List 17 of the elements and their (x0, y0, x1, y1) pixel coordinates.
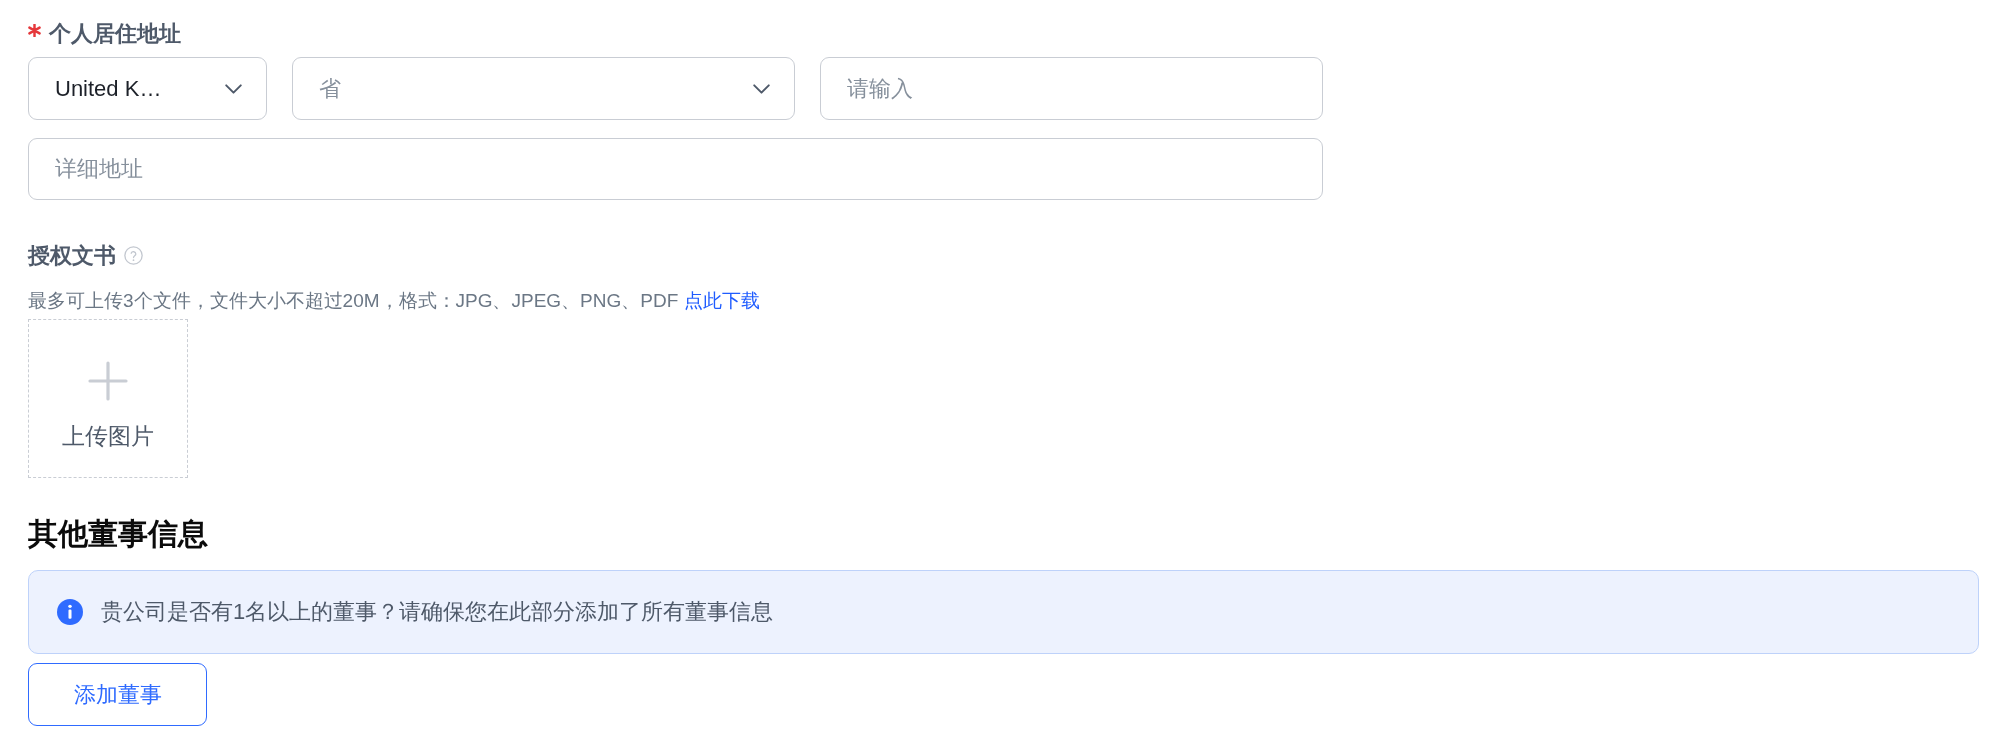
upload-hint: 最多可上传3个文件，文件大小不超过20M，格式：JPG、JPEG、PNG、PDF 点此下载 (28, 289, 762, 313)
chevron-down-icon (225, 83, 242, 94)
plus-icon (88, 361, 128, 401)
authorization-label: 授权文书 (28, 242, 116, 270)
city-input[interactable]: 请输入 (820, 57, 1323, 120)
country-select[interactable]: United K… (28, 57, 267, 120)
download-link[interactable]: 点此下载 (684, 290, 761, 311)
info-icon (57, 599, 83, 625)
alert-text: 贵公司是否有1名以上的董事？请确保您在此部分添加了所有董事信息 (101, 598, 774, 626)
chevron-down-icon (753, 83, 770, 94)
address-label: 个人居住地址 (49, 20, 181, 48)
upload-image-button[interactable]: 上传图片 (28, 319, 188, 478)
help-icon[interactable] (124, 246, 143, 265)
province-select[interactable]: 省 (292, 57, 795, 120)
add-director-button[interactable]: 添加董事 (28, 663, 207, 726)
detail-address-input[interactable]: 详细地址 (28, 138, 1323, 200)
section-title: 其他董事信息 (28, 516, 209, 552)
